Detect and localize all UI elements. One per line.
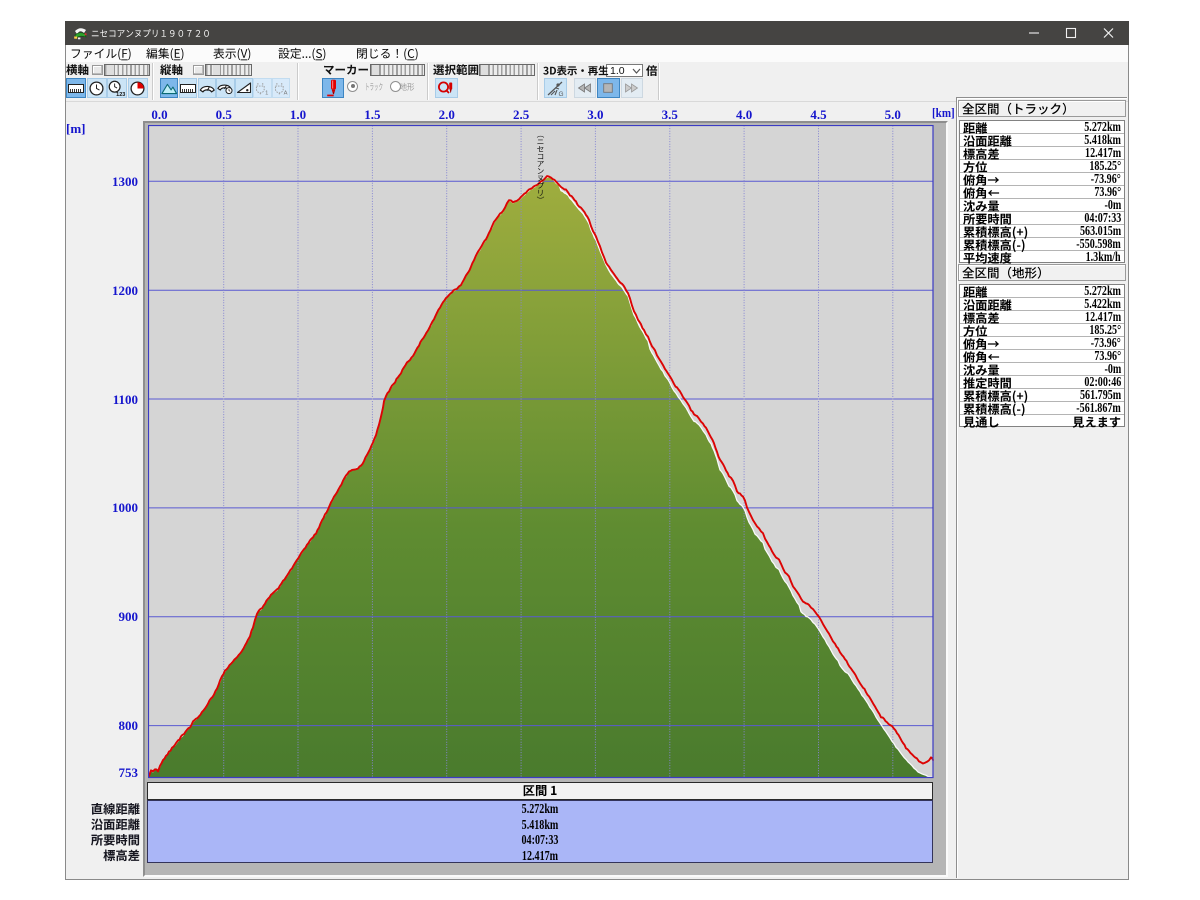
svg-text:A: A — [283, 90, 287, 96]
svg-text:G: G — [559, 90, 564, 96]
svg-text:1: 1 — [265, 90, 268, 96]
svg-text:123: 123 — [116, 91, 125, 96]
